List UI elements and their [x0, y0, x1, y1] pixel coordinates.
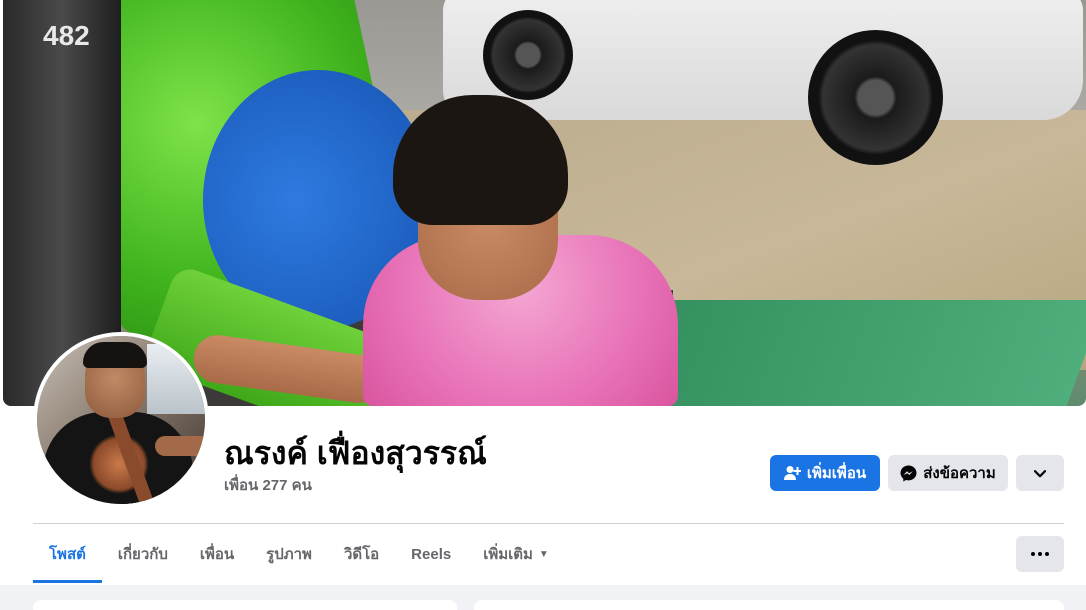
add-friend-label: เพิ่มเพื่อน — [806, 465, 867, 482]
tab-friends[interactable]: เพื่อน — [184, 525, 250, 583]
caret-down-icon: ▼ — [538, 548, 549, 560]
avatar-arm — [155, 436, 205, 456]
add-friend-button[interactable]: เพิ่มเพื่อน — [770, 455, 880, 491]
message-button[interactable]: ส่งข้อความ — [888, 455, 1008, 491]
profile-header: 482 ณรงค์ เฟื่องสุวรรณ์ เพื่อน 277 คน เพ… — [0, 0, 1086, 585]
profile-tabs: โพสต์ เกี่ยวกับ เพื่อน รูปภาพ วิดีโอ Ree… — [33, 525, 565, 583]
avatar-hair — [83, 342, 147, 368]
tab-videos[interactable]: วิดีโอ — [328, 525, 395, 583]
profile-options-button[interactable] — [1016, 455, 1064, 491]
chevron-down-icon — [1033, 465, 1047, 482]
avatar[interactable] — [37, 336, 205, 504]
friend-count[interactable]: เพื่อน 277 คน — [224, 473, 312, 497]
tab-more[interactable]: เพิ่มเติม ▼ — [467, 525, 565, 583]
tab-photos[interactable]: รูปภาพ — [250, 525, 328, 583]
intro-card — [33, 600, 457, 610]
cover-car-wheel — [483, 10, 573, 100]
cover-pole-number: 482 — [43, 20, 90, 51]
message-label: ส่งข้อความ — [923, 465, 996, 482]
more-dots-icon — [1031, 552, 1049, 556]
cover-car-wheel — [808, 30, 943, 165]
more-options-button[interactable] — [1016, 536, 1064, 572]
messenger-icon — [900, 465, 917, 482]
avatar-car-window — [147, 344, 205, 414]
profile-name: ณรงค์ เฟื่องสุวรรณ์ — [224, 435, 487, 471]
tab-reels[interactable]: Reels — [395, 525, 467, 583]
tab-about[interactable]: เกี่ยวกับ — [102, 525, 184, 583]
header-divider — [33, 523, 1064, 524]
tab-posts[interactable]: โพสต์ — [33, 525, 102, 583]
add-person-icon — [783, 465, 801, 481]
posts-card — [474, 600, 1064, 610]
